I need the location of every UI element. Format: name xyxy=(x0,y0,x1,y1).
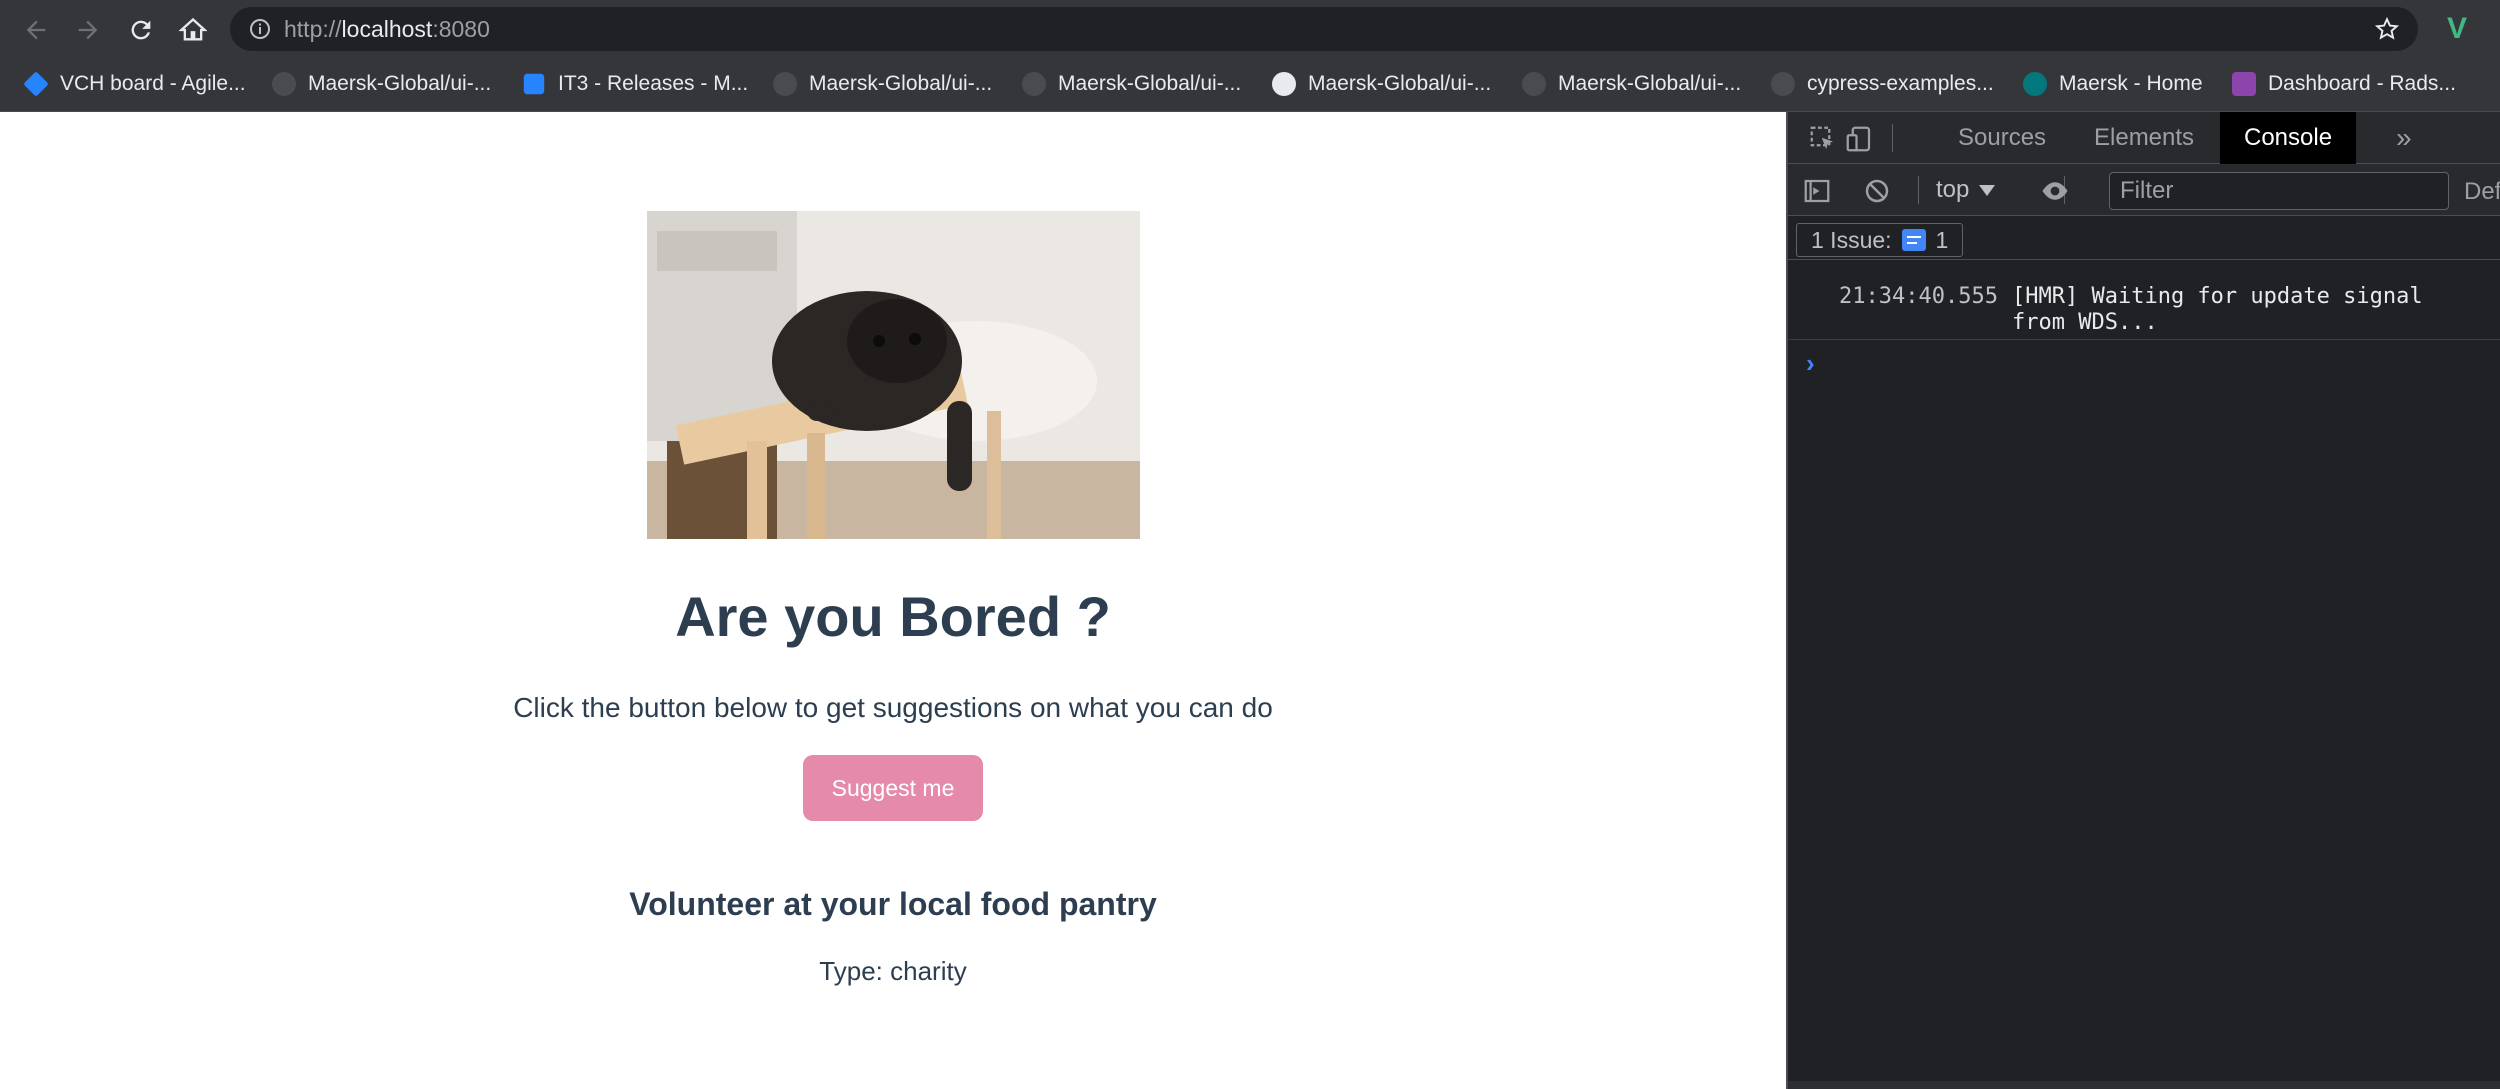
bookmark-label: Dashboard - Rads... xyxy=(2268,72,2456,95)
back-arrow-icon xyxy=(26,20,46,40)
bookmark-item[interactable]: Maersk-Global/ui-... xyxy=(1272,68,1491,100)
tab-elements[interactable]: Elements xyxy=(2070,112,2218,164)
pug-illustration xyxy=(647,211,1140,539)
pug-photo xyxy=(647,211,1140,539)
clear-console-icon[interactable] xyxy=(1862,176,1892,206)
bookmark-item[interactable]: Maersk-Global/ui-... xyxy=(1522,68,1741,100)
github-icon xyxy=(1272,72,1296,96)
reload-icon xyxy=(131,20,151,40)
bookmark-label: Maersk-Global/ui-... xyxy=(308,72,492,95)
dashboard-icon xyxy=(2232,72,2256,96)
bookmark-star-icon[interactable] xyxy=(2374,16,2400,42)
url-scheme: http:// xyxy=(284,16,342,42)
github-icon xyxy=(1022,72,1046,96)
devtools-tab-bar: Sources Elements Console » xyxy=(1788,112,2500,164)
url-port: :8080 xyxy=(432,16,490,42)
toolbar-divider xyxy=(1892,124,1893,152)
bookmark-label: VCH board - Agile... xyxy=(60,72,246,95)
page-title: Are you Bored ? xyxy=(675,585,1111,648)
page-subtitle: Click the button below to get suggestion… xyxy=(513,692,1273,723)
more-tabs-icon[interactable]: » xyxy=(2372,112,2436,164)
issues-bar: 1 Issue: 1 xyxy=(1788,216,2500,260)
log-timestamp: 21:34:40.555 xyxy=(1839,284,1998,309)
github-icon xyxy=(773,72,797,96)
issues-label: 1 Issue: xyxy=(1811,226,1892,253)
bookmark-item[interactable]: Maersk-Global/ui-... xyxy=(272,68,491,100)
issues-count: 1 xyxy=(1935,226,1949,253)
console-toolbar: top Def xyxy=(1788,164,2500,216)
bookmark-item[interactable]: Dashboard - Rads... xyxy=(2232,68,2456,100)
bookmark-label: cypress-examples... xyxy=(1807,72,1994,95)
context-selector[interactable]: top xyxy=(1936,176,1996,204)
log-levels-dropdown[interactable]: Def xyxy=(2464,178,2500,206)
bookmark-item[interactable]: VCH board - Agile... xyxy=(23,68,246,100)
tab-sources[interactable]: Sources xyxy=(1934,112,2070,164)
suggest-me-button[interactable]: Suggest me xyxy=(803,755,983,821)
forward-button[interactable] xyxy=(68,10,108,50)
issues-counter-button[interactable]: 1 Issue: 1 xyxy=(1796,223,1964,257)
device-toolbar-icon[interactable] xyxy=(1844,124,1874,154)
bookmark-label: Maersk - Home xyxy=(2059,72,2203,95)
confluence-icon xyxy=(523,73,545,95)
bookmark-label: Maersk-Global/ui-... xyxy=(1308,72,1492,95)
bookmark-item[interactable]: Maersk - Home xyxy=(2023,68,2203,100)
activity-title: Volunteer at your local food pantry xyxy=(629,886,1157,922)
home-button[interactable] xyxy=(173,10,213,50)
info-icon[interactable] xyxy=(248,17,272,41)
url-text[interactable]: http://localhost:8080 xyxy=(284,16,490,43)
devtools-panel: Sources Elements Console » top Def 1 Iss… xyxy=(1786,112,2500,1089)
bookmark-item[interactable]: IT3 - Releases - M... xyxy=(522,68,748,100)
bookmark-label: Maersk-Global/ui-... xyxy=(1058,72,1242,95)
sidebar-toggle-icon[interactable] xyxy=(1802,176,1832,206)
bookmark-label: Maersk-Global/ui-... xyxy=(1558,72,1742,95)
devtools-bottom-bar xyxy=(1788,1081,2500,1089)
bookmark-item[interactable]: Maersk-Global/ui-... xyxy=(773,68,992,100)
github-icon xyxy=(272,72,296,96)
jira-diamond-icon xyxy=(23,71,49,97)
browser-toolbar: http://localhost:8080 V xyxy=(0,0,2500,58)
forward-arrow-icon xyxy=(78,20,98,40)
activity-type: Type: charity xyxy=(819,956,967,986)
address-bar[interactable]: http://localhost:8080 xyxy=(230,7,2418,51)
console-message: 21:34:40.555 [HMR] Waiting for update si… xyxy=(1788,282,2500,340)
console-filter-input[interactable] xyxy=(2109,172,2449,210)
bookmark-item[interactable]: cypress-examples... xyxy=(1771,68,1994,100)
github-icon xyxy=(1771,72,1795,96)
bookmark-label: IT3 - Releases - M... xyxy=(558,72,749,95)
app-page: Are you Bored ? Click the button below t… xyxy=(0,112,1786,1089)
context-label: top xyxy=(1936,176,1970,203)
vue-devtools-extension-icon[interactable]: V xyxy=(2440,12,2474,46)
bookmark-item[interactable]: Maersk-Global/ui-... xyxy=(1022,68,1241,100)
github-icon xyxy=(1522,72,1546,96)
bookmark-label: Maersk-Global/ui-... xyxy=(809,72,993,95)
message-icon xyxy=(1901,229,1926,251)
bookmarks-bar: VCH board - Agile... Maersk-Global/ui-..… xyxy=(0,58,2500,112)
reload-button[interactable] xyxy=(121,10,161,50)
toolbar-divider xyxy=(1918,176,1919,204)
console-prompt[interactable]: › xyxy=(1806,348,1815,379)
tab-console[interactable]: Console xyxy=(2220,112,2357,164)
log-text: [HMR] Waiting for update signal from WDS… xyxy=(2012,284,2423,335)
inspect-element-icon[interactable] xyxy=(1808,124,1838,154)
home-icon xyxy=(179,17,207,41)
url-host: localhost xyxy=(341,16,433,42)
back-button[interactable] xyxy=(16,10,56,50)
sharepoint-icon xyxy=(2023,72,2047,96)
live-expression-eye-icon[interactable] xyxy=(2040,176,2070,206)
dropdown-caret-icon xyxy=(1979,185,1996,197)
